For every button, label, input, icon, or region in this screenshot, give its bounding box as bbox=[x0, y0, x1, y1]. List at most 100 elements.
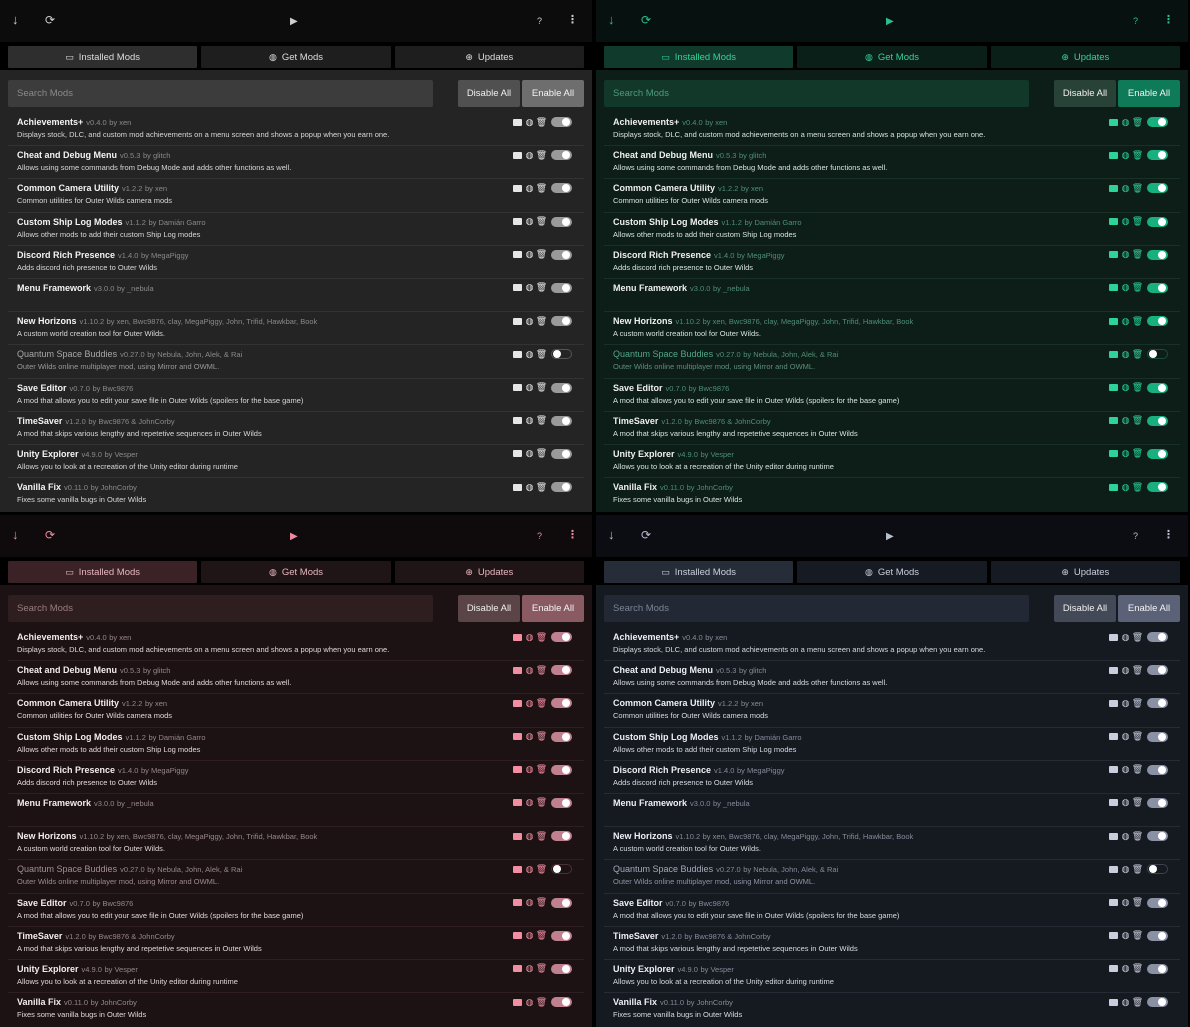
enable-toggle[interactable] bbox=[551, 997, 572, 1008]
trash-icon[interactable]: 🗑 bbox=[1132, 482, 1143, 492]
enable-toggle[interactable] bbox=[1147, 764, 1168, 775]
globe-icon[interactable]: ◍ bbox=[525, 732, 534, 741]
globe-icon[interactable]: ◍ bbox=[1121, 316, 1130, 326]
folder-icon[interactable] bbox=[513, 898, 522, 907]
enable-toggle[interactable] bbox=[551, 482, 572, 493]
disable-all-button[interactable]: Disable All bbox=[1054, 595, 1116, 622]
more-options-icon[interactable]: ⋮ bbox=[1163, 12, 1174, 28]
folder-icon[interactable] bbox=[1109, 798, 1118, 807]
globe-icon[interactable]: ◍ bbox=[525, 898, 534, 907]
trash-icon[interactable]: 🗑 bbox=[1132, 765, 1143, 774]
trash-icon[interactable]: 🗑 bbox=[536, 383, 547, 392]
tab-updates[interactable]: ⊕ Updates bbox=[394, 46, 584, 68]
folder-icon[interactable] bbox=[513, 283, 522, 292]
globe-icon[interactable]: ◍ bbox=[525, 665, 534, 675]
enable-toggle[interactable] bbox=[1147, 415, 1168, 426]
globe-icon[interactable]: ◍ bbox=[1121, 217, 1130, 226]
enable-toggle[interactable] bbox=[1147, 864, 1168, 875]
enable-toggle[interactable] bbox=[551, 731, 572, 742]
globe-icon[interactable]: ◍ bbox=[525, 217, 534, 226]
trash-icon[interactable]: 🗑 bbox=[536, 217, 547, 226]
folder-icon[interactable] bbox=[1109, 998, 1118, 1007]
enable-toggle[interactable] bbox=[551, 698, 572, 709]
tab-get-mods[interactable]: ◍ Get Mods bbox=[201, 46, 391, 68]
search-input[interactable]: Search Mods bbox=[8, 595, 433, 622]
help-icon[interactable]: ? bbox=[1133, 528, 1138, 544]
globe-icon[interactable]: ◍ bbox=[1121, 117, 1130, 127]
folder-icon[interactable] bbox=[513, 449, 522, 458]
search-input[interactable]: Search Mods bbox=[604, 80, 1029, 107]
globe-icon[interactable]: ◍ bbox=[525, 798, 534, 807]
trash-icon[interactable]: 🗑 bbox=[536, 798, 547, 807]
globe-icon[interactable]: ◍ bbox=[1121, 798, 1130, 807]
folder-icon[interactable] bbox=[1109, 350, 1118, 359]
trash-icon[interactable]: 🗑 bbox=[536, 283, 547, 292]
tab-get-mods[interactable]: ◍ Get Mods bbox=[201, 561, 391, 583]
folder-icon[interactable] bbox=[1109, 283, 1118, 292]
trash-icon[interactable]: 🗑 bbox=[1132, 964, 1143, 973]
enable-toggle[interactable] bbox=[551, 117, 572, 127]
folder-icon[interactable] bbox=[513, 317, 522, 326]
globe-icon[interactable]: ◍ bbox=[525, 997, 534, 1007]
enable-toggle[interactable] bbox=[551, 897, 572, 908]
trash-icon[interactable]: 🗑 bbox=[1132, 283, 1143, 292]
trash-icon[interactable]: 🗑 bbox=[536, 864, 547, 874]
trash-icon[interactable]: 🗑 bbox=[1132, 898, 1143, 907]
globe-icon[interactable]: ◍ bbox=[525, 632, 534, 642]
globe-icon[interactable]: ◍ bbox=[1121, 183, 1130, 193]
download-icon[interactable]: ↓ bbox=[608, 12, 615, 28]
folder-icon[interactable] bbox=[1109, 931, 1118, 940]
globe-icon[interactable]: ◍ bbox=[1121, 665, 1130, 675]
play-icon[interactable]: ▶ bbox=[290, 529, 298, 545]
enable-toggle[interactable] bbox=[551, 930, 572, 941]
globe-icon[interactable]: ◍ bbox=[1121, 931, 1130, 940]
folder-icon[interactable] bbox=[513, 732, 522, 741]
folder-icon[interactable] bbox=[513, 964, 522, 973]
enable-toggle[interactable] bbox=[1147, 632, 1168, 642]
enable-toggle[interactable] bbox=[1147, 997, 1168, 1008]
globe-icon[interactable]: ◍ bbox=[1121, 632, 1130, 642]
enable-toggle[interactable] bbox=[551, 216, 572, 227]
enable-toggle[interactable] bbox=[1147, 930, 1168, 941]
disable-all-button[interactable]: Disable All bbox=[458, 80, 520, 107]
enable-toggle[interactable] bbox=[551, 665, 572, 676]
enable-toggle[interactable] bbox=[1147, 698, 1168, 709]
enable-toggle[interactable] bbox=[1147, 897, 1168, 908]
enable-all-button[interactable]: Enable All bbox=[1118, 595, 1180, 622]
folder-icon[interactable] bbox=[1109, 633, 1118, 642]
trash-icon[interactable]: 🗑 bbox=[536, 482, 547, 492]
disable-all-button[interactable]: Disable All bbox=[458, 595, 520, 622]
folder-icon[interactable] bbox=[513, 383, 522, 392]
disable-all-button[interactable]: Disable All bbox=[1054, 80, 1116, 107]
play-icon[interactable]: ▶ bbox=[290, 14, 298, 30]
globe-icon[interactable]: ◍ bbox=[1121, 997, 1130, 1007]
tab-updates[interactable]: ⊕ Updates bbox=[990, 561, 1180, 583]
folder-icon[interactable] bbox=[1109, 317, 1118, 326]
globe-icon[interactable]: ◍ bbox=[525, 864, 534, 874]
enable-all-button[interactable]: Enable All bbox=[1118, 80, 1180, 107]
globe-icon[interactable]: ◍ bbox=[525, 316, 534, 326]
more-options-icon[interactable]: ⋮ bbox=[567, 527, 578, 543]
globe-icon[interactable]: ◍ bbox=[525, 183, 534, 193]
trash-icon[interactable]: 🗑 bbox=[1132, 416, 1143, 425]
folder-icon[interactable] bbox=[513, 931, 522, 940]
globe-icon[interactable]: ◍ bbox=[525, 931, 534, 940]
trash-icon[interactable]: 🗑 bbox=[536, 449, 547, 458]
trash-icon[interactable]: 🗑 bbox=[1132, 997, 1143, 1007]
enable-toggle[interactable] bbox=[1147, 448, 1168, 459]
trash-icon[interactable]: 🗑 bbox=[536, 117, 547, 127]
globe-icon[interactable]: ◍ bbox=[525, 416, 534, 425]
enable-toggle[interactable] bbox=[551, 183, 572, 194]
refresh-icon[interactable]: ⟳ bbox=[45, 12, 55, 28]
download-icon[interactable]: ↓ bbox=[608, 527, 615, 543]
trash-icon[interactable]: 🗑 bbox=[536, 316, 547, 326]
folder-icon[interactable] bbox=[513, 416, 522, 425]
trash-icon[interactable]: 🗑 bbox=[1132, 632, 1143, 642]
help-icon[interactable]: ? bbox=[537, 13, 542, 29]
enable-toggle[interactable] bbox=[551, 797, 572, 808]
folder-icon[interactable] bbox=[1109, 964, 1118, 973]
tab-updates[interactable]: ⊕ Updates bbox=[990, 46, 1180, 68]
trash-icon[interactable]: 🗑 bbox=[536, 665, 547, 675]
play-icon[interactable]: ▶ bbox=[886, 529, 894, 545]
enable-toggle[interactable] bbox=[551, 349, 572, 360]
